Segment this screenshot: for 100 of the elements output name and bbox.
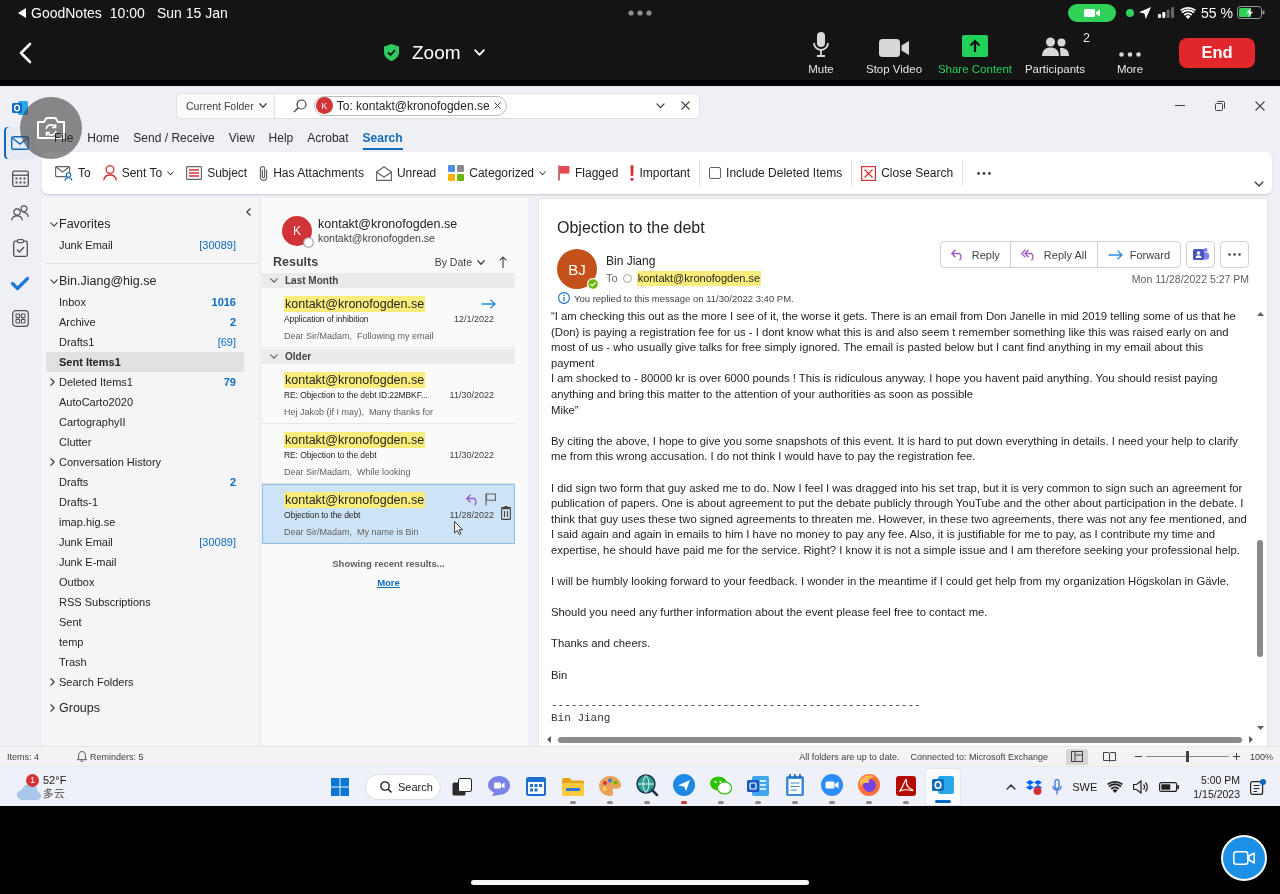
exclamation-icon (630, 165, 635, 181)
zoom-in-button[interactable] (1232, 753, 1240, 760)
scroll-right-icon (1249, 736, 1253, 743)
message-item[interactable]: kontakt@kronofogden.se RE: Objection to the debt ID:22MBKF... 11/30/2022 Hej Jakob (if I may), Many thanks for (262, 364, 515, 424)
folder-item[interactable]: CartographyII (46, 412, 244, 432)
scrollbar-thumb[interactable] (1257, 540, 1263, 657)
subject-filter-button[interactable]: Subject (180, 158, 254, 188)
folder-item[interactable]: Deleted Items1 79 (46, 372, 244, 392)
folder-item[interactable]: Sent Items1 (46, 352, 244, 372)
camera-button[interactable] (1221, 835, 1267, 881)
search-scope-dropdown[interactable]: Current Folder (176, 92, 274, 119)
folder-item[interactable]: RSS Subscriptions (46, 592, 244, 612)
folder-item[interactable]: Archive 2 (46, 312, 244, 332)
more-link[interactable]: More (377, 577, 400, 588)
people-tile-icon (1192, 247, 1209, 262)
clock-button[interactable]: 5:00 PM 1/15/2023 (1193, 772, 1240, 801)
share-content-button[interactable]: Share Content (936, 30, 1014, 75)
ribbon-tab[interactable]: Send / Receive (133, 131, 215, 150)
important-filter-button[interactable]: Important (624, 158, 697, 188)
folder-item[interactable]: Trash (46, 652, 244, 672)
sender-name: kontakt@kronofogden.se (284, 371, 426, 388)
participants-button[interactable]: Participants 2 (1014, 30, 1096, 75)
folder-group-header[interactable]: Bin.Jiang@hig.se (42, 270, 242, 292)
sent-to-dropdown[interactable]: Sent To (96, 158, 181, 188)
ribbon-tab[interactable]: Help (268, 131, 294, 150)
unread-filter-button[interactable]: Unread (369, 158, 443, 188)
message-group-header[interactable]: Last Month (262, 273, 515, 288)
folder-item[interactable]: temp (46, 632, 244, 652)
date-text: Sun 15 Jan (156, 4, 228, 21)
clock-date: 1/15/2023 (1193, 786, 1240, 801)
folder-item[interactable]: Clutter (46, 432, 244, 452)
ribbon-tab[interactable]: File (54, 131, 74, 150)
mute-button[interactable]: Mute (790, 30, 852, 75)
folder-item[interactable]: Junk E-mail (46, 552, 244, 572)
folder-item[interactable]: Sent (46, 612, 244, 632)
ribbon-tab[interactable]: Acrobat (307, 131, 349, 150)
remove-filter-button[interactable] (493, 102, 501, 109)
back-button[interactable] (19, 41, 32, 64)
stop-video-button[interactable]: Stop Video (852, 30, 936, 75)
clear-search-button[interactable] (680, 101, 690, 110)
folder-group-header[interactable]: Favorites (42, 213, 242, 235)
message-item[interactable]: kontakt@kronofogden.se Objection to the debt 11/28/2022 Dear Sir/Madam, My name is Bin (262, 484, 515, 544)
search-button[interactable]: Search (365, 773, 441, 800)
search-field[interactable]: K To: kontakt@kronofogden.se (273, 92, 700, 119)
folder-item[interactable]: Outbox (46, 572, 244, 592)
slider-thumb[interactable] (1185, 751, 1189, 762)
folder-item[interactable]: Drafts 2 (46, 472, 244, 492)
reply-all-button[interactable]: Reply All (1009, 242, 1097, 267)
more-button[interactable]: More (1096, 30, 1164, 75)
folder-item[interactable]: imap.hig.se (46, 512, 244, 532)
include-deleted-checkbox-option[interactable]: Include Deleted Items (703, 158, 849, 188)
folder-item[interactable]: Junk Email [30089] (46, 532, 244, 552)
caret-icon (167, 170, 175, 176)
flag-button[interactable] (485, 493, 496, 506)
document-tile-icon (747, 775, 769, 796)
message-date: 12/1/2022 (453, 313, 494, 324)
people-icon (11, 205, 29, 221)
folder-item[interactable]: Search Folders (46, 672, 244, 692)
wifi-icon (1180, 6, 1197, 19)
checkbox[interactable] (709, 167, 722, 179)
back-to-app-link[interactable]: GoodNotes (18, 4, 102, 21)
categorized-dropdown[interactable]: Categorized (442, 158, 552, 188)
message-item[interactable]: kontakt@kronofogden.se Application of inhibition 12/1/2022 Dear Sir/Madam, Following my email (262, 288, 515, 348)
to-filter-button[interactable]: To (49, 158, 97, 188)
normal-view-button[interactable] (1065, 748, 1088, 765)
contact-avatar: K (282, 216, 312, 246)
message-subject: RE: Objection to the debt ID:22MBKF... (284, 389, 428, 400)
ribbon-tab[interactable]: Search (362, 131, 403, 150)
speaker-icon (1133, 779, 1150, 794)
folder-item[interactable]: Junk Email [30089] (46, 235, 244, 255)
input-language[interactable]: SWE (1072, 780, 1098, 793)
folder-group-header[interactable]: Groups (42, 697, 242, 719)
sort-dropdown[interactable]: By Date (434, 256, 485, 268)
scrollbar-thumb[interactable] (558, 736, 1242, 743)
reply-button[interactable]: Reply (940, 242, 1010, 267)
folder-item[interactable]: Drafts-1 (46, 492, 244, 512)
close-search-button[interactable]: Close Search (855, 158, 960, 188)
mail-button[interactable] (4, 127, 36, 159)
folder-item[interactable]: Inbox 1016 (46, 292, 244, 312)
attachments-filter-button[interactable]: Has Attachments (253, 158, 370, 188)
ribbon-tab[interactable]: Home (87, 131, 120, 150)
forward-button[interactable]: Forward (1096, 242, 1180, 267)
collapse-ribbon-button[interactable] (1254, 181, 1264, 187)
folder-item[interactable]: Drafts1 [69] (46, 332, 244, 352)
meeting-title-dropdown[interactable]: Zoom (384, 41, 485, 64)
temperature: 52°F (43, 773, 67, 787)
to-label: To (606, 271, 618, 286)
folder-item[interactable]: AutoCarto2020 (46, 392, 244, 412)
sort-order-button[interactable] (497, 256, 509, 268)
folder-item[interactable]: Conversation History (46, 452, 244, 472)
end-meeting-button[interactable]: End (1179, 37, 1255, 68)
search-options-button[interactable] (655, 102, 665, 109)
chat-app-button[interactable] (1186, 241, 1215, 268)
cloud-icon (17, 783, 41, 800)
message-group-header[interactable]: Older (262, 349, 515, 364)
search-icon (292, 98, 307, 113)
collapse-pane-button[interactable] (244, 206, 253, 218)
delete-button[interactable] (501, 506, 511, 520)
flagged-filter-button[interactable]: Flagged (552, 158, 625, 188)
ribbon-tab[interactable]: View (228, 131, 255, 150)
